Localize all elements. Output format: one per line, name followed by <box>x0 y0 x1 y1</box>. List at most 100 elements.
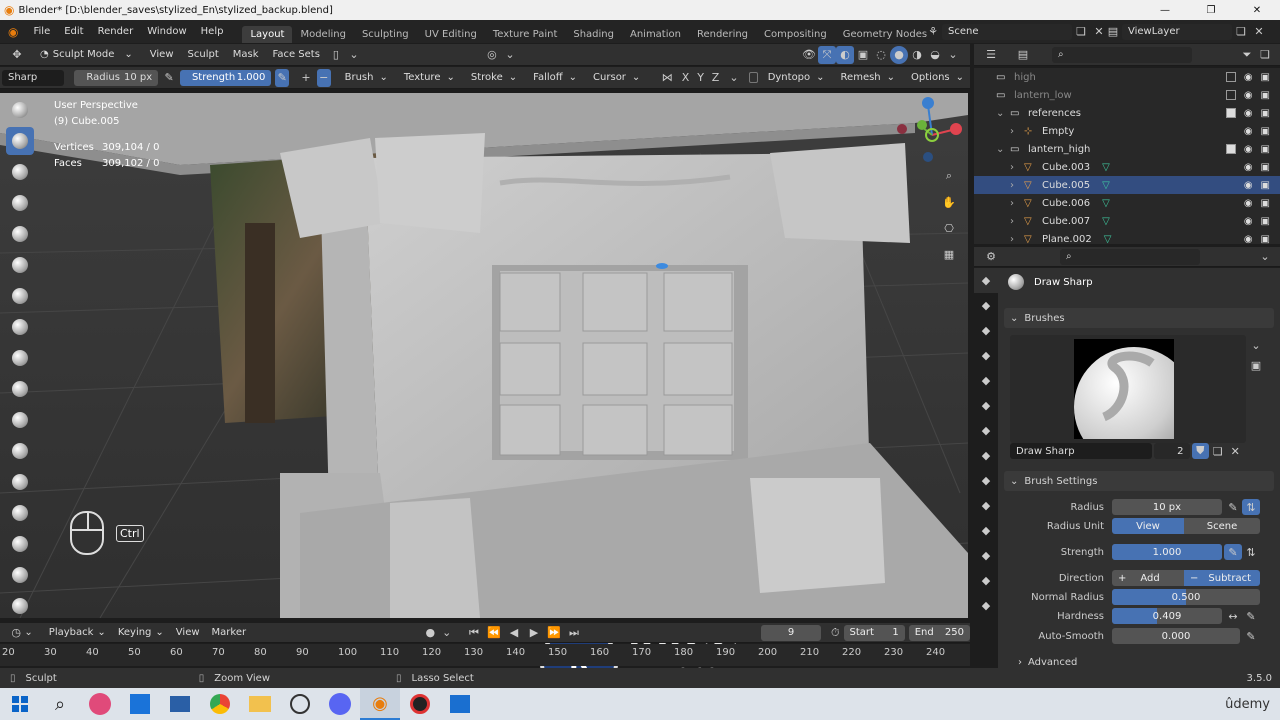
radius-field[interactable]: 10 px <box>1112 499 1222 515</box>
stroke-dropdown[interactable]: Stroke ⌄ <box>464 69 524 86</box>
shading-solid-icon[interactable]: ● <box>890 45 908 64</box>
discord-icon[interactable] <box>320 688 360 720</box>
viewport-menu-sculpt[interactable]: Sculpt <box>181 49 226 60</box>
view-layer-icon[interactable]: ◆ <box>974 343 998 368</box>
pan-hand-icon[interactable]: ✋ <box>940 189 958 215</box>
exclude-checkbox[interactable] <box>1225 71 1236 82</box>
radius-unit-scene-button[interactable]: Scene <box>1184 518 1260 534</box>
zoom-icon[interactable]: ⌕ <box>940 163 958 189</box>
pressure-pen-icon[interactable]: ✎ <box>162 69 176 87</box>
chevron-down-icon[interactable]: ⌄ <box>1247 336 1265 354</box>
keying-menu[interactable]: Keying ⌄ <box>111 624 170 641</box>
eye-icon[interactable]: ◉ <box>1244 144 1253 155</box>
symmetry-z-toggle[interactable]: Z <box>708 69 723 87</box>
pressure-pen-icon[interactable]: ✎ <box>275 68 290 87</box>
camera-render-icon[interactable]: ▣ <box>1261 72 1270 83</box>
symmetry-x-toggle[interactable]: X <box>678 69 693 87</box>
sculpt-tool-4-button[interactable] <box>6 189 34 217</box>
unlink-brush-icon[interactable]: ✕ <box>1227 443 1244 459</box>
prev-keyframe-icon[interactable]: ⏪ <box>485 624 503 642</box>
new-collection-icon[interactable]: ❏ <box>1256 46 1274 64</box>
expand-arrow-icon[interactable]: › <box>1010 126 1024 137</box>
sculpt-tool-13-button[interactable] <box>6 468 34 496</box>
sculpt-tool-3-button[interactable] <box>6 158 34 186</box>
add-direction-icon[interactable]: + <box>299 69 313 87</box>
pressure-pen-icon[interactable]: ✎ <box>1224 498 1242 516</box>
camera-render-icon[interactable]: ▣ <box>1261 162 1270 173</box>
strength-field[interactable]: Strength 1.000 <box>179 69 272 86</box>
marker-menu[interactable]: Marker <box>205 624 253 641</box>
outliner-item-plane-002[interactable]: › ▽ Plane.002 ▽ ◉ ▣ <box>974 230 1280 245</box>
menu-file[interactable]: File <box>26 26 57 37</box>
workspace-tab-uv-editing[interactable]: UV Editing <box>417 26 485 43</box>
expand-arrow-icon[interactable]: ⌄ <box>996 108 1010 119</box>
texture-dropdown[interactable]: Texture ⌄ <box>397 69 461 86</box>
playback-menu[interactable]: Playback ⌄ <box>42 624 112 641</box>
symmetry-y-toggle[interactable]: Y <box>693 69 708 87</box>
constraints-icon[interactable]: ◆ <box>974 518 998 543</box>
view-menu[interactable]: View <box>169 624 206 641</box>
new-viewlayer-icon[interactable]: ❏ <box>1232 23 1250 41</box>
scene-icon[interactable]: ⚘ <box>924 23 942 41</box>
expand-arrow-icon[interactable]: › <box>1010 162 1024 173</box>
camera-icon[interactable]: ⎔ <box>940 215 958 241</box>
calendar-app-icon[interactable] <box>120 688 160 720</box>
visibility-icon[interactable]: 👁 <box>800 46 818 64</box>
xray-icon[interactable]: ▣ <box>854 46 872 64</box>
normal-radius-slider[interactable]: 0.500 <box>1112 589 1260 605</box>
options-dropdown[interactable]: Options ⌄ <box>905 69 971 86</box>
eye-icon[interactable]: ◉ <box>1244 126 1253 137</box>
workspace-tab-geometry-nodes[interactable]: Geometry Nodes <box>835 26 935 43</box>
tool-icon[interactable]: ◆ <box>974 268 998 293</box>
display-mode-icon[interactable]: ▤ <box>1014 46 1032 64</box>
outliner-item-cube-003[interactable]: › ▽ Cube.003 ▽ ◉ ▣ <box>974 158 1280 176</box>
3d-viewport[interactable]: User Perspective (9) Cube.005 Vertices 30… <box>0 93 968 618</box>
start-frame-field[interactable]: Start 1 <box>843 624 905 641</box>
chevron-down-icon[interactable]: ⌄ <box>944 46 962 64</box>
video-app-icon[interactable] <box>440 688 480 720</box>
chevron-down-icon[interactable]: ⌄ <box>501 46 519 64</box>
brush-settings-panel-header[interactable]: ⌄ Brush Settings <box>1004 471 1274 491</box>
autosmooth-slider[interactable]: 0.000 <box>1112 628 1240 644</box>
material-icon[interactable]: ◆ <box>974 568 998 593</box>
symmetry-icon[interactable]: ⋈ <box>660 69 674 87</box>
outliner-item-high[interactable]: ▭ high ◉ ▣ <box>974 68 1280 86</box>
world-icon[interactable]: ◆ <box>974 393 998 418</box>
workspace-tab-compositing[interactable]: Compositing <box>756 26 835 43</box>
recorder-app-icon[interactable] <box>400 688 440 720</box>
menu-window[interactable]: Window <box>140 26 193 37</box>
brush-preview-box[interactable] <box>1010 335 1246 443</box>
mode-selector[interactable]: ◔ Sculpt Mode ⌄ <box>34 46 139 63</box>
sculpt-tool-12-button[interactable] <box>6 437 34 465</box>
viewport-menu-view[interactable]: View <box>143 49 181 60</box>
viewlayer-icon[interactable]: ▤ <box>1104 23 1122 41</box>
particles-icon[interactable]: ◆ <box>974 468 998 493</box>
brush-dropdown[interactable]: Brush ⌄ <box>338 69 394 86</box>
modifier-icon[interactable]: ◆ <box>974 443 998 468</box>
editor-type-icon[interactable]: ✥ <box>8 46 26 64</box>
steam-like-app-icon[interactable] <box>280 688 320 720</box>
viewlayer-selector[interactable]: ViewLayer <box>1122 23 1232 40</box>
chevron-down-icon[interactable]: ⌄ <box>1256 248 1274 266</box>
fake-user-shield-icon[interactable]: ⛊ <box>1191 443 1210 459</box>
record-icon[interactable]: ● <box>422 624 438 642</box>
brush-image-icon[interactable]: ▣ <box>1247 356 1265 374</box>
sculpt-tool-16-button[interactable] <box>6 561 34 589</box>
remove-viewlayer-icon[interactable]: ✕ <box>1250 23 1268 41</box>
blender-taskbar-icon[interactable]: ◉ <box>360 688 400 720</box>
workspace-tab-rendering[interactable]: Rendering <box>689 26 756 43</box>
camera-render-icon[interactable]: ▣ <box>1261 108 1270 119</box>
face-sets-toggle-icon[interactable]: ▯ <box>327 46 345 64</box>
shading-rendered-icon[interactable]: ◒ <box>926 46 944 64</box>
editor-type-icon[interactable]: ⚙ <box>982 248 1000 266</box>
sculpt-tool-9-button[interactable] <box>6 344 34 372</box>
navigation-gizmo[interactable] <box>892 95 964 167</box>
outliner-item-cube-006[interactable]: › ▽ Cube.006 ▽ ◉ ▣ <box>974 194 1280 212</box>
radius-unit-toggle-icon[interactable]: ⇅ <box>1242 499 1260 515</box>
direction-subtract-button[interactable]: − Subtract <box>1184 570 1260 586</box>
eye-icon[interactable]: ◉ <box>1244 216 1253 227</box>
chrome-icon[interactable] <box>200 688 240 720</box>
paint-app-icon[interactable] <box>80 688 120 720</box>
eye-icon[interactable]: ◉ <box>1244 72 1253 83</box>
chevron-down-icon[interactable]: ⌄ <box>727 69 741 87</box>
